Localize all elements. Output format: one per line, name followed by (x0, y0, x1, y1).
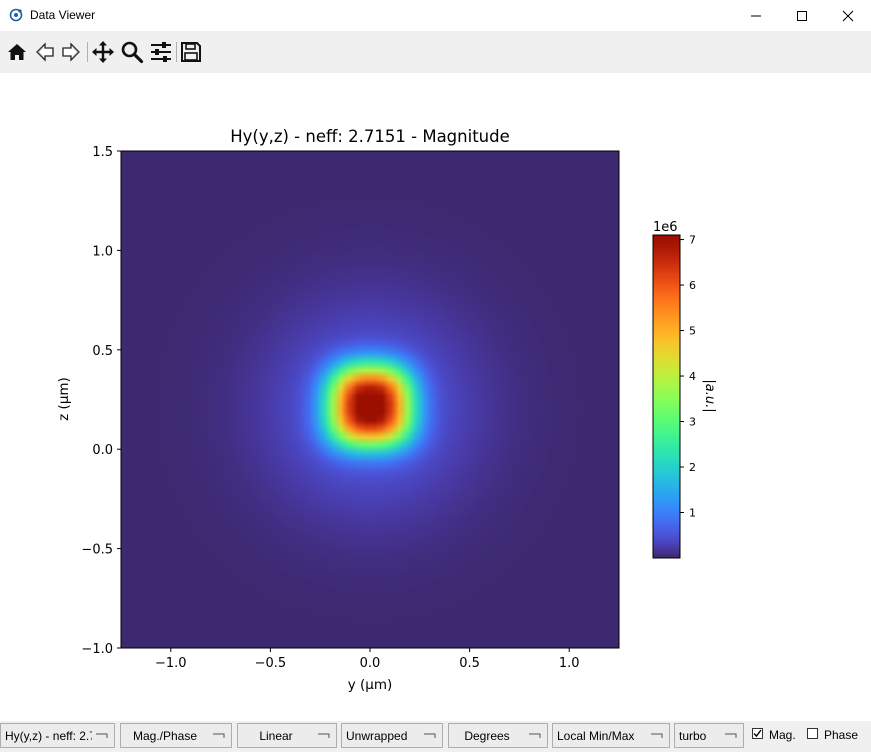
mag-checkbox-label: Mag. (769, 728, 796, 742)
colorbar-tick-label: 6 (689, 279, 696, 292)
dropdown-arrow-icon (424, 733, 436, 738)
pan-button[interactable] (90, 39, 116, 65)
data-viewer-app-icon (9, 8, 23, 22)
phase-unwrap-dropdown[interactable]: Unwrapped (341, 723, 443, 748)
figure-canvas: Hy(y,z) - neff: 2.7151 - Magnitude −1.0−… (0, 73, 871, 721)
back-arrow-icon (36, 42, 54, 62)
configure-subplots-button[interactable] (148, 39, 174, 65)
view-controls-bar: Hy(y,z) - neff: 2.7151 Mag./Phase Linear… (0, 721, 871, 752)
display-mode-value: Mag./Phase (132, 729, 198, 743)
colorbar-tick-label: 3 (689, 416, 696, 429)
zoom-magnifier-icon (121, 41, 144, 64)
colorbar-gradient (653, 235, 680, 558)
checkmark-icon (753, 729, 762, 738)
x-tick-label: 1.0 (559, 656, 580, 671)
field-select-value: Hy(y,z) - neff: 2.7151 (5, 729, 92, 743)
toolbar-separator (87, 42, 88, 62)
colorbar-ticks: 1 2 3 4 5 6 7 (680, 234, 696, 520)
minimize-icon (751, 15, 761, 16)
colorbar-tick-label: 4 (689, 370, 696, 383)
colorbar-tick-label: 1 (689, 507, 696, 520)
y-tick-label: −1.0 (81, 642, 113, 657)
field-select-dropdown[interactable]: Hy(y,z) - neff: 2.7151 (0, 723, 115, 748)
navigation-toolbar (0, 31, 871, 73)
forward-button[interactable] (58, 39, 84, 65)
phase-checkbox-label: Phase (824, 728, 859, 742)
y-axis-label: z (µm) (56, 377, 72, 421)
field-magnitude-heatmap (121, 151, 619, 648)
zoom-button[interactable] (119, 39, 145, 65)
colorbar-tick-label: 5 (689, 325, 696, 338)
y-tick-label: 0.0 (92, 443, 113, 458)
close-icon (842, 10, 854, 21)
colorbar-label: |a.u.| (702, 379, 717, 412)
y-tick-label: −0.5 (81, 543, 113, 558)
y-tick-label: 0.5 (92, 344, 113, 359)
field-plot: Hy(y,z) - neff: 2.7151 - Magnitude −1.0−… (56, 127, 717, 693)
angle-unit-dropdown[interactable]: Degrees (448, 723, 548, 748)
save-figure-button[interactable] (178, 39, 204, 65)
maximize-icon (797, 10, 807, 21)
x-axis-label: y (µm) (348, 677, 393, 693)
window-title-bar: Data Viewer (0, 0, 871, 31)
toolbar-separator (176, 42, 177, 62)
home-icon (8, 44, 26, 60)
pan-move-icon (92, 41, 114, 63)
colorbar-tick-label: 2 (689, 461, 696, 474)
maximize-button[interactable] (779, 0, 825, 31)
scale-dropdown[interactable]: Linear (237, 723, 337, 748)
dropdown-arrow-icon (725, 733, 737, 738)
dropdown-arrow-icon (96, 733, 108, 738)
phase-checkbox[interactable] (807, 728, 818, 739)
window-title: Data Viewer (30, 8, 96, 22)
colorbar-tick-label: 7 (689, 234, 696, 247)
colormap-value: turbo (679, 729, 707, 743)
y-tick-label: 1.5 (92, 145, 113, 160)
scale-value: Linear (259, 729, 293, 743)
phase-unwrap-value: Unwrapped (346, 729, 408, 743)
save-disk-icon (181, 42, 201, 62)
x-tick-label: −1.0 (155, 656, 187, 671)
y-axis-ticks: 1.5 1.0 0.5 0.0 −0.5 −1.0 (81, 145, 121, 657)
plot-title: Hy(y,z) - neff: 2.7151 - Magnitude (230, 127, 510, 146)
forward-arrow-icon (62, 42, 80, 62)
colormap-dropdown[interactable]: turbo (674, 723, 744, 748)
x-axis-ticks: −1.0 −0.5 0.0 0.5 1.0 (155, 648, 580, 671)
x-tick-label: 0.0 (360, 656, 381, 671)
angle-unit-value: Degrees (464, 729, 510, 743)
range-mode-dropdown[interactable]: Local Min/Max (552, 723, 670, 748)
x-tick-label: 0.5 (459, 656, 480, 671)
mag-checkbox[interactable] (752, 728, 763, 739)
dropdown-arrow-icon (213, 733, 225, 738)
colorbar-multiplier: 1e6 (653, 220, 678, 235)
dropdown-arrow-icon (529, 733, 541, 738)
minimize-button[interactable] (733, 0, 779, 31)
dropdown-arrow-icon (651, 733, 663, 738)
back-button[interactable] (32, 39, 58, 65)
dropdown-arrow-icon (318, 733, 330, 738)
sliders-icon (151, 42, 171, 62)
range-mode-value: Local Min/Max (557, 729, 635, 743)
x-tick-label: −0.5 (255, 656, 287, 671)
close-button[interactable] (825, 0, 871, 31)
home-button[interactable] (4, 39, 30, 65)
y-tick-label: 1.0 (92, 244, 113, 259)
display-mode-dropdown[interactable]: Mag./Phase (120, 723, 232, 748)
